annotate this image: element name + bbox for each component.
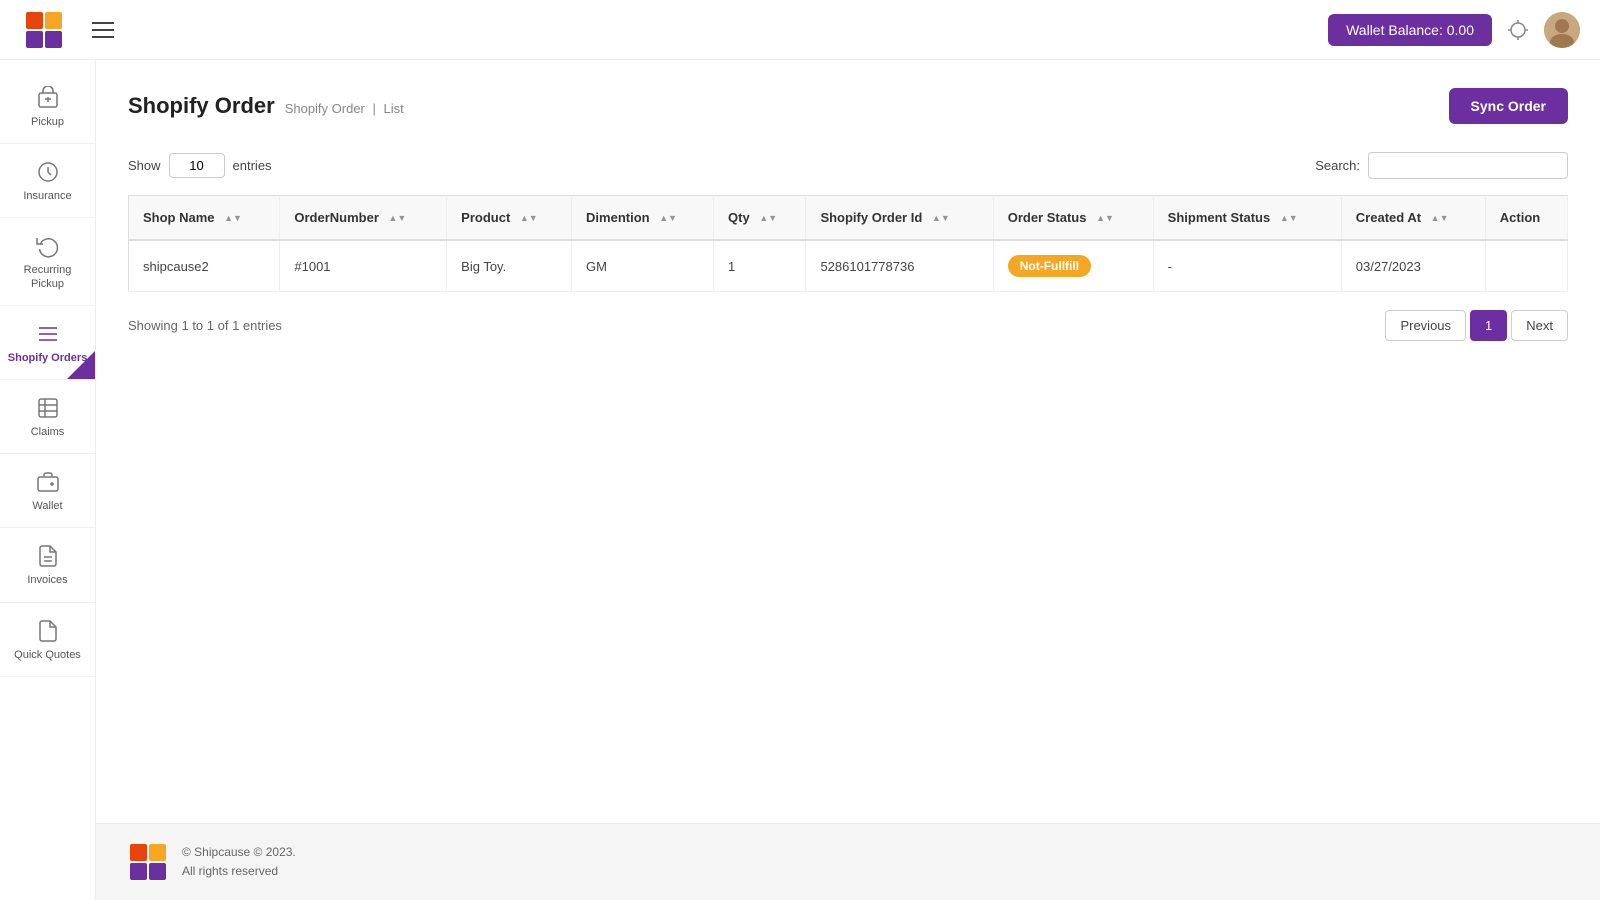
cell-shop-name: shipcause2 xyxy=(129,240,280,292)
col-dimention[interactable]: Dimention ▲▼ xyxy=(572,196,714,241)
page-title-row: Shopify Order Shopify Order | List Sync … xyxy=(128,88,1568,124)
footer-rights: All rights reserved xyxy=(182,862,296,881)
sidebar-item-claims[interactable]: Claims xyxy=(0,380,95,454)
sort-icon-created-at: ▲▼ xyxy=(1431,214,1449,223)
cell-order-status: Not-Fullfill xyxy=(993,240,1153,292)
search-box: Search: xyxy=(1315,152,1568,179)
footer-text: © Shipcause © 2023. All rights reserved xyxy=(182,843,296,881)
sidebar-item-pickup[interactable]: Pickup xyxy=(0,70,95,144)
sort-icon-order-number: ▲▼ xyxy=(389,214,407,223)
sidebar-label-shopify-orders: Shopify Orders xyxy=(8,352,87,365)
sidebar-label-claims: Claims xyxy=(31,426,65,439)
next-button[interactable]: Next xyxy=(1511,310,1568,341)
col-qty[interactable]: Qty ▲▼ xyxy=(714,196,806,241)
previous-button[interactable]: Previous xyxy=(1385,310,1466,341)
sort-icon-shopify-order-id: ▲▼ xyxy=(932,214,950,223)
cell-action xyxy=(1485,240,1567,292)
cell-created-at: 03/27/2023 xyxy=(1341,240,1485,292)
sidebar-label-quick-quotes: Quick Quotes xyxy=(14,649,81,662)
sidebar-label-wallet: Wallet xyxy=(32,500,62,513)
sort-icon-product: ▲▼ xyxy=(520,214,538,223)
sort-icon-shop-name: ▲▼ xyxy=(224,214,242,223)
menu-toggle-button[interactable] xyxy=(88,18,118,42)
crosshair-icon[interactable] xyxy=(1504,16,1532,44)
data-table: Shop Name ▲▼ OrderNumber ▲▼ Product ▲▼ D… xyxy=(128,195,1568,292)
page-title: Shopify Order xyxy=(128,93,275,119)
table-body: shipcause2 #1001 Big Toy. GM 1 528610177… xyxy=(129,240,1568,292)
breadcrumb-separator: | xyxy=(373,101,376,116)
col-shipment-status[interactable]: Shipment Status ▲▼ xyxy=(1153,196,1341,241)
sidebar-label-recurring-pickup: Recurring Pickup xyxy=(6,264,89,290)
avatar[interactable] xyxy=(1544,12,1580,48)
showing-text: Showing 1 to 1 of 1 entries xyxy=(128,318,282,333)
table-row: shipcause2 #1001 Big Toy. GM 1 528610177… xyxy=(129,240,1568,292)
recurring-pickup-icon xyxy=(34,232,62,260)
col-product[interactable]: Product ▲▼ xyxy=(447,196,572,241)
show-entries: Show entries xyxy=(128,153,272,178)
sidebar-item-quick-quotes[interactable]: Quick Quotes xyxy=(0,603,95,677)
col-created-at[interactable]: Created At ▲▼ xyxy=(1341,196,1485,241)
breadcrumb-home[interactable]: Shopify Order xyxy=(285,101,365,116)
sort-icon-shipment-status: ▲▼ xyxy=(1280,214,1298,223)
col-shopify-order-id[interactable]: Shopify Order Id ▲▼ xyxy=(806,196,993,241)
cell-shipment-status: - xyxy=(1153,240,1341,292)
cell-shopify-order-id: 5286101778736 xyxy=(806,240,993,292)
col-shop-name[interactable]: Shop Name ▲▼ xyxy=(129,196,280,241)
cell-qty: 1 xyxy=(714,240,806,292)
shopify-orders-icon xyxy=(34,320,62,348)
status-badge: Not-Fullfill xyxy=(1008,255,1091,277)
entries-input[interactable] xyxy=(169,153,225,178)
search-input[interactable] xyxy=(1368,152,1568,179)
pickup-icon xyxy=(34,84,62,112)
quick-quotes-icon xyxy=(34,617,62,645)
show-label: Show xyxy=(128,158,161,173)
sort-icon-qty: ▲▼ xyxy=(759,214,777,223)
entries-label: entries xyxy=(233,158,272,173)
search-label: Search: xyxy=(1315,158,1360,173)
sidebar-item-invoices[interactable]: Invoices xyxy=(0,528,95,602)
sync-order-button[interactable]: Sync Order xyxy=(1449,88,1568,124)
layout: Pickup Insurance Recurring Pickup xyxy=(0,60,1600,900)
content-area: Shopify Order Shopify Order | List Sync … xyxy=(96,60,1600,823)
breadcrumb-current: List xyxy=(384,101,404,116)
sidebar-item-insurance[interactable]: Insurance xyxy=(0,144,95,218)
page-title-left: Shopify Order Shopify Order | List xyxy=(128,93,404,119)
invoices-icon xyxy=(34,542,62,570)
wallet-balance-button[interactable]: Wallet Balance: 0.00 xyxy=(1328,14,1492,46)
pagination: Previous 1 Next xyxy=(1385,310,1568,341)
main-content: Shopify Order Shopify Order | List Sync … xyxy=(96,60,1600,900)
col-order-number[interactable]: OrderNumber ▲▼ xyxy=(280,196,447,241)
table-controls: Show entries Search: xyxy=(128,152,1568,179)
sidebar-label-insurance: Insurance xyxy=(23,190,71,203)
insurance-icon xyxy=(34,158,62,186)
claims-icon xyxy=(34,394,62,422)
sidebar: Pickup Insurance Recurring Pickup xyxy=(0,60,96,900)
pagination-row: Showing 1 to 1 of 1 entries Previous 1 N… xyxy=(128,310,1568,341)
footer: © Shipcause © 2023. All rights reserved xyxy=(96,823,1600,900)
header-right: Wallet Balance: 0.00 xyxy=(1328,12,1580,48)
sidebar-label-pickup: Pickup xyxy=(31,116,64,129)
breadcrumb: Shopify Order | List xyxy=(285,101,404,116)
page-1-button[interactable]: 1 xyxy=(1470,310,1507,341)
col-order-status[interactable]: Order Status ▲▼ xyxy=(993,196,1153,241)
sort-icon-order-status: ▲▼ xyxy=(1096,214,1114,223)
sidebar-item-wallet[interactable]: Wallet xyxy=(0,454,95,528)
footer-logo xyxy=(128,842,168,882)
sidebar-label-invoices: Invoices xyxy=(27,574,67,587)
col-action: Action xyxy=(1485,196,1567,241)
sidebar-item-shopify-orders[interactable]: Shopify Orders xyxy=(0,306,95,380)
header-left xyxy=(20,6,118,54)
logo xyxy=(20,6,68,54)
wallet-icon xyxy=(34,468,62,496)
sort-icon-dimention: ▲▼ xyxy=(659,214,677,223)
table-header: Shop Name ▲▼ OrderNumber ▲▼ Product ▲▼ D… xyxy=(129,196,1568,241)
sidebar-item-recurring-pickup[interactable]: Recurring Pickup xyxy=(0,218,95,305)
cell-dimention: GM xyxy=(572,240,714,292)
cell-product: Big Toy. xyxy=(447,240,572,292)
cell-order-number: #1001 xyxy=(280,240,447,292)
footer-copyright: © Shipcause © 2023. xyxy=(182,843,296,862)
header: Wallet Balance: 0.00 xyxy=(0,0,1600,60)
